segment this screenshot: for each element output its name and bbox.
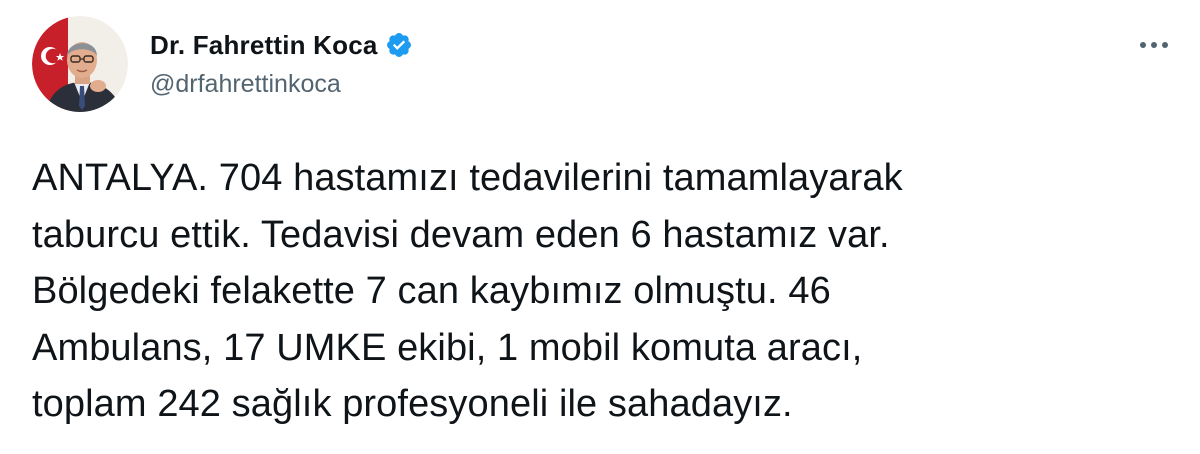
verified-badge-icon — [385, 31, 413, 59]
tweet-card: Dr. Fahrettin Koca @drfahrettinkoca ANTA… — [0, 0, 1200, 454]
user-meta: Dr. Fahrettin Koca @drfahrettinkoca — [150, 28, 413, 99]
profile-photo-icon — [32, 16, 128, 112]
display-name[interactable]: Dr. Fahrettin Koca — [150, 30, 378, 61]
more-horizontal-icon[interactable] — [1134, 30, 1174, 60]
avatar[interactable] — [32, 16, 128, 112]
user-handle[interactable]: @drfahrettinkoca — [150, 70, 413, 99]
display-name-row: Dr. Fahrettin Koca — [150, 28, 413, 62]
tweet-text: ANTALYA. 704 hastamızı tedavilerini tama… — [32, 157, 903, 425]
